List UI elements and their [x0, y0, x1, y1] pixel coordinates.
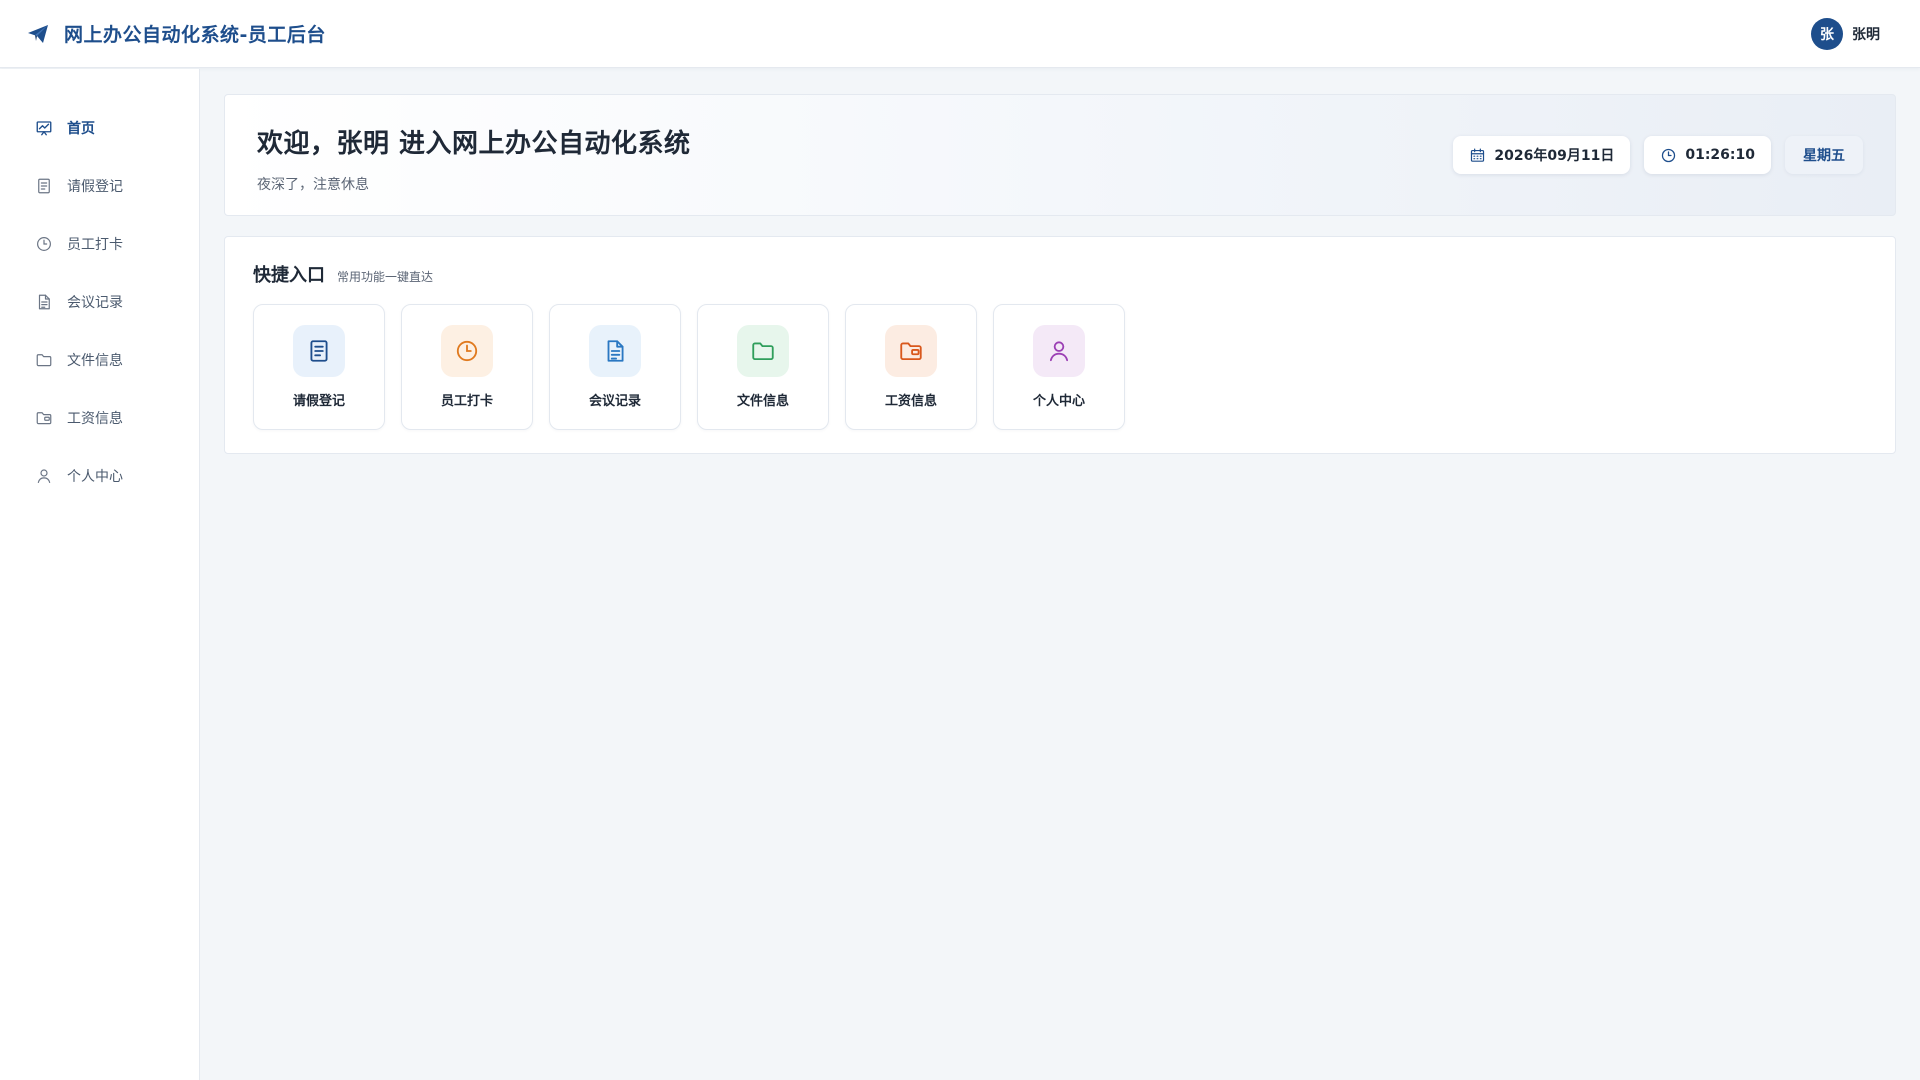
clock-icon [1662, 148, 1676, 162]
section-subtitle: 常用功能一键直达 [337, 270, 434, 284]
user-icon [37, 469, 51, 483]
quick-tile-files[interactable]: 文件信息 [697, 304, 829, 430]
quick-tile-meeting[interactable]: 会议记录 [549, 304, 681, 430]
sidebar-item-label: 个人中心 [67, 469, 123, 485]
sidebar-item-checkin[interactable]: 员工打卡 [0, 215, 199, 273]
tile-label: 文件信息 [736, 394, 789, 409]
wallet-folder-icon [900, 342, 922, 361]
document-icon [38, 178, 50, 194]
tile-label: 请假登记 [292, 394, 345, 409]
quick-tiles: 请假登记 员工打卡 会议记录 文件信息 工资信息 个人中心 [253, 304, 1867, 430]
datetime-info: 2026年09月11日 01:26:10 星期五 [1453, 136, 1863, 174]
document-icon [310, 340, 328, 362]
quick-access-header: 快捷入口 常用功能一键直达 [253, 261, 1867, 287]
app-title: 网上办公自动化系统-员工后台 [64, 24, 326, 46]
sidebar-item-meeting[interactable]: 会议记录 [0, 273, 199, 331]
tile-label: 会议记录 [588, 394, 641, 409]
tile-label: 员工打卡 [440, 394, 493, 409]
clock-icon [456, 340, 478, 362]
section-title: 快捷入口 [253, 265, 325, 286]
tile-label: 个人中心 [1032, 394, 1085, 409]
date-badge: 2026年09月11日 [1453, 136, 1631, 174]
sidebar-item-home[interactable]: 首页 [0, 99, 199, 157]
date-text: 2026年09月11日 [1494, 148, 1615, 164]
tile-icon-box [441, 325, 493, 377]
tile-icon-box [293, 325, 345, 377]
sidebar-item-files[interactable]: 文件信息 [0, 331, 199, 389]
file-text-icon [38, 294, 50, 310]
sidebar-item-label: 员工打卡 [67, 237, 123, 253]
sidebar-item-label: 文件信息 [67, 353, 123, 369]
avatar[interactable]: 张 [1811, 18, 1843, 50]
weekday-badge: 星期五 [1785, 136, 1863, 174]
sidebar-item-leave[interactable]: 请假登记 [0, 157, 199, 215]
welcome-banner: 欢迎，张明 进入网上办公自动化系统 夜深了，注意休息 2026年09月11日 0… [224, 94, 1896, 216]
user-menu[interactable]: 张 张明 [1811, 18, 1880, 50]
tile-icon-box [1033, 325, 1085, 377]
folder-icon [752, 342, 774, 361]
user-icon [1049, 341, 1069, 362]
calendar-icon [1471, 148, 1485, 162]
tile-icon-box [589, 325, 641, 377]
sidebar-item-label: 请假登记 [67, 179, 123, 195]
sidebar-item-label: 会议记录 [67, 295, 123, 311]
user-name[interactable]: 张明 [1852, 24, 1880, 44]
sidebar: 首页 请假登记 员工打卡 会议记录 文件信息 工资信息 个人中心 [0, 69, 200, 1080]
paper-plane-icon [28, 24, 48, 43]
quick-tile-leave[interactable]: 请假登记 [253, 304, 385, 430]
quick-tile-checkin[interactable]: 员工打卡 [401, 304, 533, 430]
tile-label: 工资信息 [884, 394, 937, 409]
clock-icon [37, 237, 51, 251]
quick-tile-salary[interactable]: 工资信息 [845, 304, 977, 430]
welcome-subtitle: 夜深了，注意休息 [257, 177, 369, 193]
dashboard-chart-icon [36, 121, 52, 136]
sidebar-item-profile[interactable]: 个人中心 [0, 447, 199, 505]
tile-icon-box [885, 325, 937, 377]
wallet-folder-icon [36, 412, 52, 425]
time-text: 01:26:10 [1685, 147, 1755, 163]
weekday-text: 星期五 [1803, 148, 1845, 164]
quick-access-panel: 快捷入口 常用功能一键直达 请假登记 员工打卡 会议记录 文件信息 工资信息 个… [224, 236, 1896, 454]
time-badge: 01:26:10 [1644, 136, 1771, 174]
brand[interactable]: 网上办公自动化系统-员工后台 [26, 20, 326, 47]
top-header: 网上办公自动化系统-员工后台 张 张明 [0, 0, 1920, 68]
file-text-icon [607, 340, 624, 362]
tile-icon-box [737, 325, 789, 377]
sidebar-item-salary[interactable]: 工资信息 [0, 389, 199, 447]
sidebar-item-label: 工资信息 [67, 411, 123, 427]
sidebar-item-label: 首页 [67, 121, 95, 137]
quick-tile-profile[interactable]: 个人中心 [993, 304, 1125, 430]
folder-icon [36, 354, 52, 367]
